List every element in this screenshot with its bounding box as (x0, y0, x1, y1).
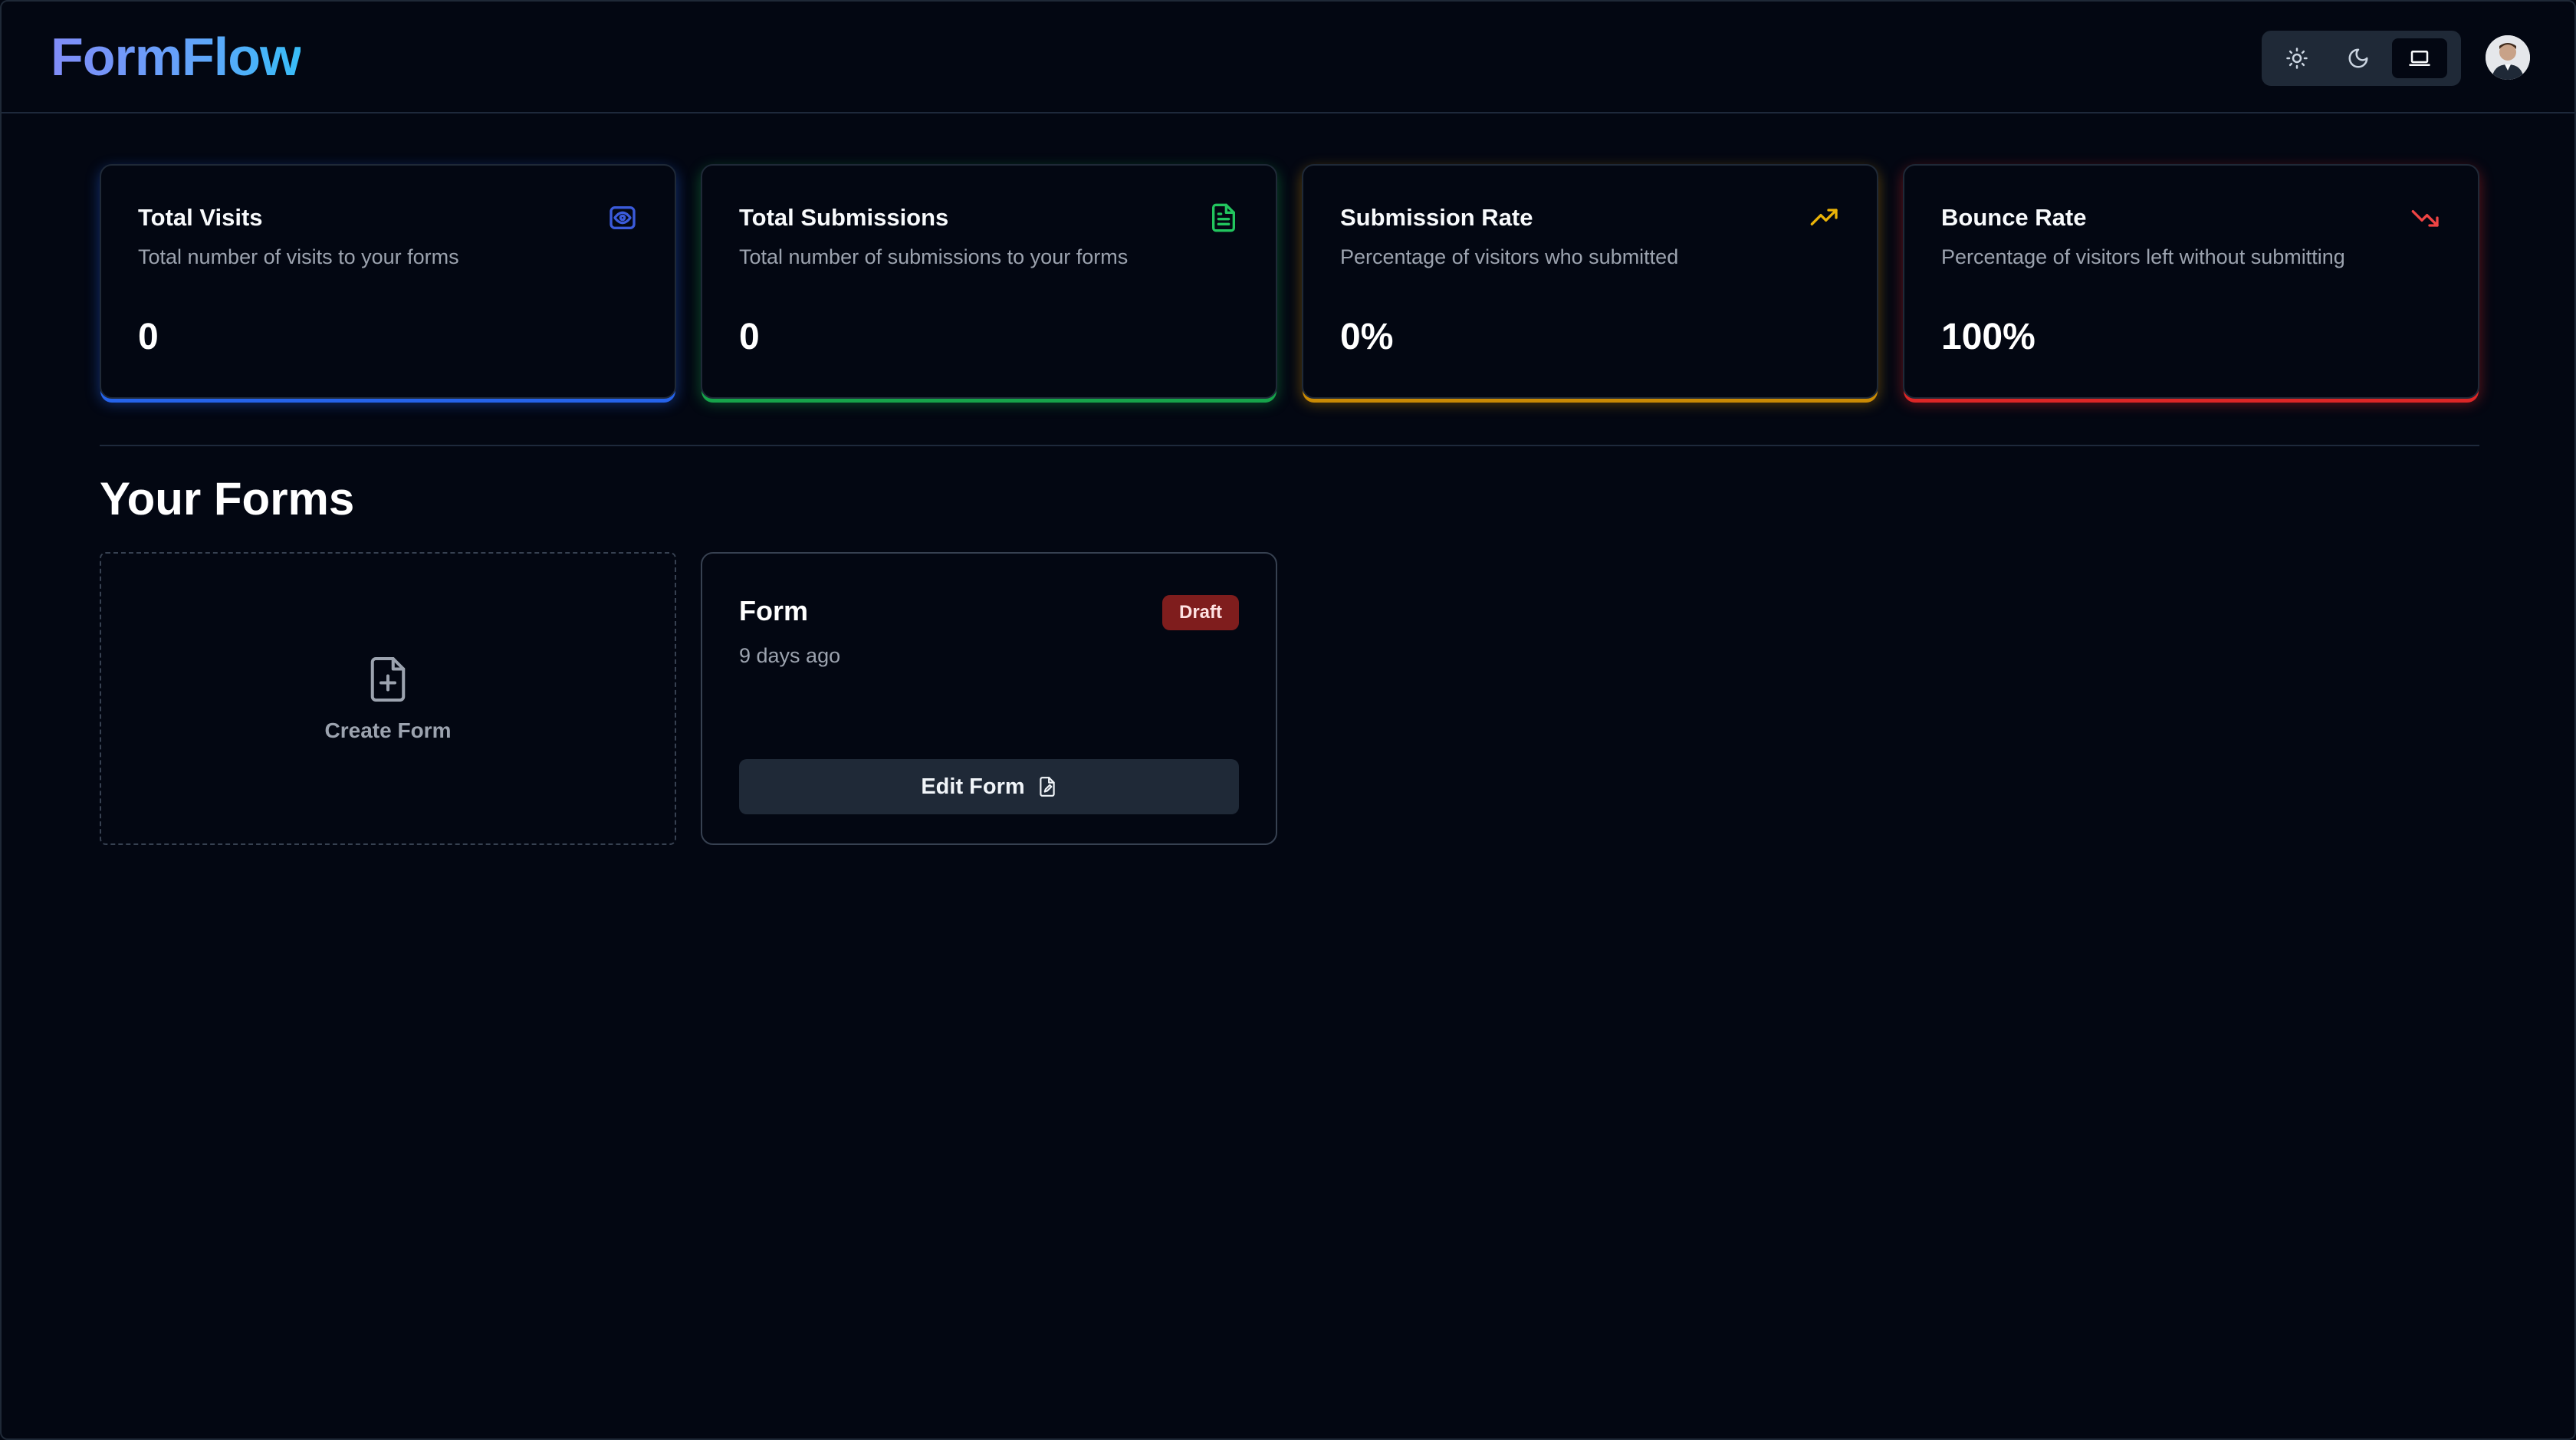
status-badge: Draft (1162, 595, 1239, 630)
form-name: Form (739, 595, 808, 626)
theme-switcher (2262, 31, 2461, 86)
trending-down-icon (2411, 210, 2439, 227)
stat-card-bounce-rate: Bounce Rate Percentage of visitors left … (1903, 164, 2479, 399)
app-logo[interactable]: FormFlow (51, 26, 301, 87)
forms-section-title: Your Forms (100, 473, 355, 524)
sun-icon (2286, 48, 2308, 69)
stat-description: Total number of visits to your forms (138, 245, 459, 268)
dark-theme-button[interactable] (2331, 38, 2386, 78)
stat-title: Submission Rate (1340, 204, 1533, 231)
avatar-image (2486, 35, 2530, 80)
app-window: FormFlow Total Visits Total number of vi… (0, 0, 2576, 1440)
stats-grid: Total Visits Total number of visits to y… (100, 164, 2479, 399)
stat-value: 0 (138, 317, 159, 357)
stat-card-total-submissions: Total Submissions Total number of submis… (701, 164, 1277, 399)
top-navbar: FormFlow (2, 2, 2574, 113)
stat-card-submission-rate: Submission Rate Percentage of visitors w… (1302, 164, 1878, 399)
eye-icon (610, 206, 636, 229)
form-card: Form Draft 9 days ago Edit Form (701, 552, 1277, 845)
form-updated-time: 9 days ago (739, 644, 841, 667)
edit-form-button[interactable]: Edit Form (739, 759, 1239, 814)
light-theme-button[interactable] (2269, 38, 2325, 78)
stat-title: Total Visits (138, 204, 263, 231)
create-form-button[interactable]: Create Form (100, 552, 676, 845)
edit-form-label: Edit Form (921, 774, 1025, 799)
stat-title: Bounce Rate (1941, 204, 2087, 231)
file-text-icon (1212, 203, 1235, 232)
file-edit-icon (1039, 777, 1055, 797)
stat-title: Total Submissions (739, 204, 949, 231)
moon-icon (2348, 48, 2368, 68)
file-plus-icon (370, 656, 406, 702)
user-avatar[interactable] (2486, 35, 2530, 80)
section-divider (100, 445, 2479, 446)
laptop-icon (2409, 51, 2430, 66)
trending-up-icon (1810, 209, 1838, 225)
stat-description: Total number of submissions to your form… (739, 245, 1129, 268)
stat-value: 0 (739, 317, 760, 357)
stat-description: Percentage of visitors who submitted (1340, 245, 1679, 268)
stat-value: 0% (1340, 317, 1394, 357)
stat-card-total-visits: Total Visits Total number of visits to y… (100, 164, 676, 399)
stat-value: 100% (1941, 317, 2036, 357)
create-form-label: Create Form (324, 718, 452, 742)
system-theme-button[interactable] (2392, 38, 2447, 78)
stat-description: Percentage of visitors left without subm… (1941, 245, 2345, 268)
